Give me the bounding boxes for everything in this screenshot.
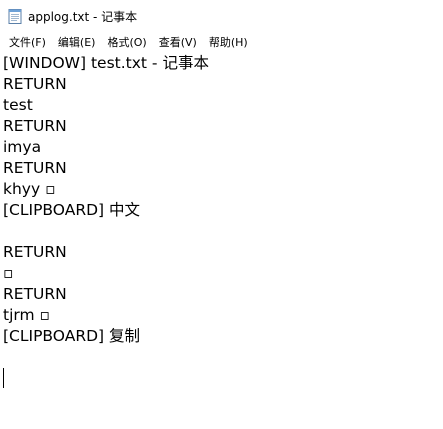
menu-format[interactable]: 格式(O) xyxy=(102,33,151,51)
text-line: RETURN xyxy=(3,243,67,261)
caret-line xyxy=(3,368,443,389)
window-title: applog.txt - 记事本 xyxy=(28,9,138,24)
text-line: [CLIPBOARD] 中文 xyxy=(3,201,140,219)
text-line: tjrm ▫ xyxy=(3,306,51,324)
notepad-window: applog.txt - 记事本 文件(F) 编辑(E) 格式(O) 查看(V)… xyxy=(0,0,443,429)
menu-bar: 文件(F) 编辑(E) 格式(O) 查看(V) 帮助(H) xyxy=(0,32,443,52)
text-caret xyxy=(3,368,4,388)
text-line: RETURN xyxy=(3,159,67,177)
notepad-icon xyxy=(8,9,22,24)
text-line: RETURN xyxy=(3,117,67,135)
text-line xyxy=(3,221,443,242)
text-line: imya xyxy=(3,138,42,156)
text-editor[interactable]: [WINDOW] test.txt - 记事本 RETURN test RETU… xyxy=(0,53,443,429)
text-line xyxy=(3,347,443,368)
text-line: RETURN xyxy=(3,285,67,303)
text-line: RETURN xyxy=(3,75,67,93)
text-line: [WINDOW] test.txt - 记事本 xyxy=(3,54,209,72)
menu-view[interactable]: 查看(V) xyxy=(154,33,202,51)
text-line: [CLIPBOARD] 复制 xyxy=(3,327,140,345)
text-line: khyy ▫ xyxy=(3,180,56,198)
text-line: test xyxy=(3,96,33,114)
text-line: ▫ xyxy=(3,264,14,282)
menu-file[interactable]: 文件(F) xyxy=(4,33,51,51)
menu-edit[interactable]: 编辑(E) xyxy=(53,33,101,51)
menu-help[interactable]: 帮助(H) xyxy=(204,33,253,51)
title-bar[interactable]: applog.txt - 记事本 xyxy=(0,0,443,32)
